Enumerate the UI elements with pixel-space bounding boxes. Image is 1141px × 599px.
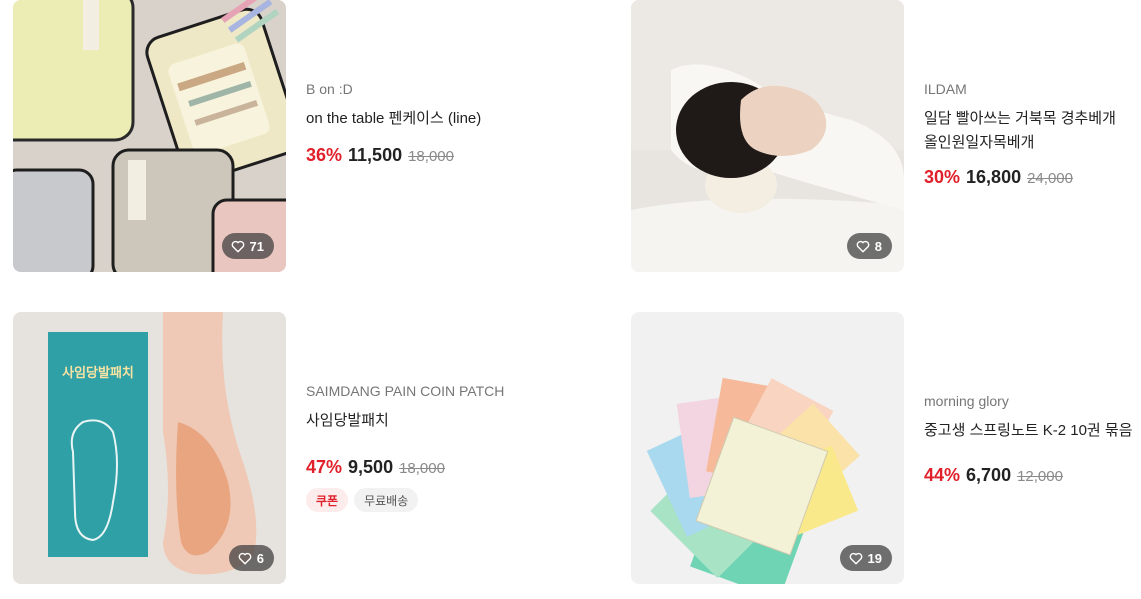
- price-row: 36% 11,500 18,000: [306, 145, 606, 166]
- sale-price: 6,700: [966, 465, 1012, 485]
- sale-price: 16,800: [966, 167, 1022, 187]
- discount-rate: 30%: [924, 167, 961, 187]
- like-badge[interactable]: 6: [228, 545, 274, 571]
- heart-icon: [238, 552, 252, 564]
- price-row: 47% 9,500 18,000: [306, 457, 606, 478]
- original-price: 12,000: [1017, 468, 1063, 485]
- heart-icon: [849, 552, 862, 564]
- product-name[interactable]: on the table 펜케이스 (line): [306, 107, 606, 131]
- discount-rate: 36%: [306, 145, 343, 165]
- like-badge[interactable]: 8: [846, 233, 892, 259]
- original-price: 18,000: [408, 148, 454, 165]
- pencil-case-photo: [13, 0, 286, 272]
- product-card[interactable]: 71 B on :D on the table 펜케이스 (line) 36% …: [13, 0, 603, 272]
- discount-rate: 44%: [924, 465, 961, 485]
- sale-price: 9,500: [348, 457, 394, 477]
- like-badge[interactable]: 19: [839, 545, 892, 571]
- heart-icon: [856, 240, 870, 252]
- like-count: 8: [874, 238, 882, 254]
- package-title: 사임당발패치: [62, 365, 134, 381]
- brand-name[interactable]: morning glory: [924, 392, 1141, 410]
- brand-name[interactable]: B on :D: [306, 80, 606, 98]
- product-image[interactable]: 사임당발패치 6: [13, 312, 286, 584]
- product-card[interactable]: 19 morning glory 중고생 스프링노트 K-2 10권 묶음 44…: [631, 312, 1141, 584]
- product-name[interactable]: 중고생 스프링노트 K-2 10권 묶음: [924, 419, 1141, 443]
- product-name[interactable]: 일담 빨아쓰는 거북목 경추베개 올인원일자목베개: [924, 107, 1124, 155]
- spring-notes-photo: [631, 312, 904, 584]
- brand-name[interactable]: ILDAM: [924, 80, 1141, 98]
- product-name[interactable]: 사임당발패치: [306, 409, 606, 433]
- foot-patch-photo: 사임당발패치: [13, 312, 286, 584]
- coupon-tag: 쿠폰: [306, 488, 349, 512]
- price-row: 44% 6,700 12,000: [924, 465, 1141, 486]
- heart-icon: [231, 240, 244, 252]
- discount-rate: 47%: [306, 457, 343, 477]
- like-count: 19: [867, 550, 882, 566]
- product-image[interactable]: 8: [631, 0, 904, 272]
- price-row: 30% 16,800 24,000: [924, 167, 1141, 188]
- original-price: 18,000: [399, 460, 445, 477]
- product-image[interactable]: 19: [631, 312, 904, 584]
- tag-list: 쿠폰 무료배송: [306, 488, 606, 512]
- like-count: 6: [256, 550, 264, 566]
- like-badge[interactable]: 71: [221, 233, 274, 259]
- brand-name[interactable]: SAIMDANG PAIN COIN PATCH: [306, 382, 606, 400]
- original-price: 24,000: [1027, 170, 1073, 187]
- product-card[interactable]: 사임당발패치 6 SAIMDANG PAIN COIN PATCH 사임당발패치…: [13, 312, 603, 584]
- free-shipping-tag: 무료배송: [354, 488, 419, 512]
- neck-pillow-photo: [631, 0, 904, 272]
- like-count: 71: [249, 238, 264, 254]
- product-image[interactable]: 71: [13, 0, 286, 272]
- sale-price: 11,500: [348, 145, 403, 165]
- product-card[interactable]: 8 ILDAM 일담 빨아쓰는 거북목 경추베개 올인원일자목베개 30% 16…: [631, 0, 1141, 272]
